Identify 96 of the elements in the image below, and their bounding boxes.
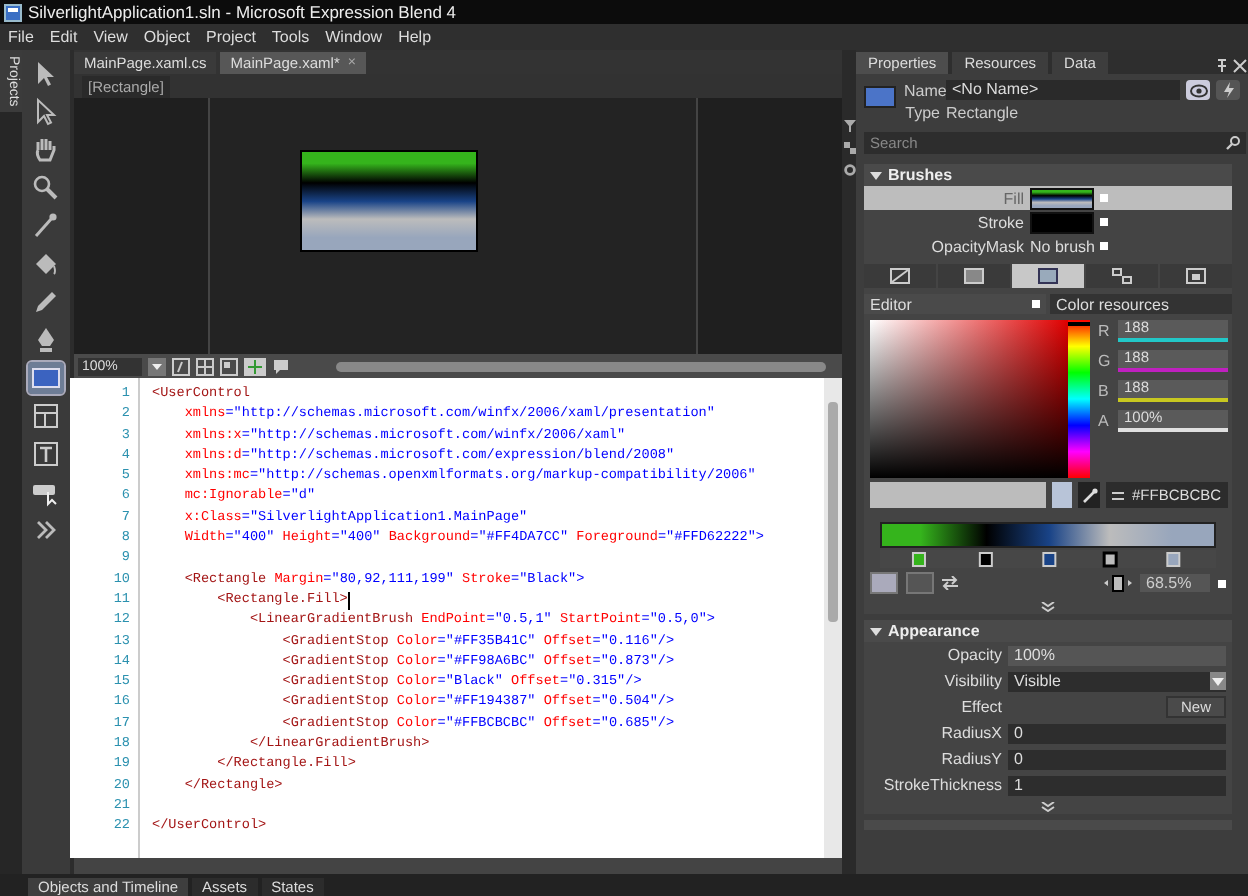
brush-type-tab[interactable]: [1086, 264, 1158, 288]
window-title: SilverlightApplication1.sln - Microsoft Expression Blend 4: [28, 2, 457, 22]
property-field[interactable]: 100%: [1008, 645, 1226, 665]
text-icon: [30, 438, 62, 470]
hue-slider-thumb[interactable]: [1068, 321, 1090, 326]
vertical-scrollbar[interactable]: [824, 378, 842, 858]
menu-item[interactable]: Object: [135, 28, 199, 46]
double-chevron-icon[interactable]: [1040, 601, 1056, 611]
menu-item[interactable]: File: [0, 28, 42, 46]
grid-icon[interactable]: [196, 357, 214, 375]
tile-brush-icon: [1112, 268, 1132, 284]
resource-brush-icon: [1186, 268, 1206, 284]
lightning-icon: [1221, 82, 1235, 98]
field-label: Type: [904, 104, 940, 122]
channel-label: A: [1098, 412, 1110, 430]
effects-icon[interactable]: [172, 357, 190, 375]
menu-item[interactable]: Help: [390, 28, 440, 46]
advanced-options-marker[interactable]: [1100, 242, 1109, 250]
brush-row[interactable]: OpacityMask No brush: [864, 234, 1232, 258]
gradient-stop[interactable]: [1102, 551, 1118, 568]
snap-grid-icon[interactable]: [220, 357, 238, 375]
eyedropper-icon: [1081, 487, 1097, 503]
brush-swatch[interactable]: [1030, 187, 1094, 209]
tool-button[interactable]: [28, 438, 64, 470]
properties-view-button[interactable]: [1186, 80, 1210, 100]
brush-value: No brush: [1030, 237, 1095, 255]
property-label: RadiusY: [939, 750, 1002, 768]
brush-type-tab[interactable]: [938, 264, 1010, 288]
property-field[interactable]: 1: [1008, 775, 1226, 795]
editor-tab[interactable]: Editor: [864, 294, 1046, 314]
brush-type-tab[interactable]: [1160, 264, 1232, 288]
menu-item[interactable]: Tools: [263, 28, 318, 46]
menu-item[interactable]: View: [85, 28, 136, 46]
menu-item[interactable]: Project: [198, 28, 264, 46]
menu-item[interactable]: Window: [317, 28, 391, 46]
brush-row[interactable]: Stroke: [864, 210, 1232, 234]
snap-lines-icon[interactable]: [244, 357, 266, 375]
channel-label: G: [1098, 352, 1110, 370]
hue-slider[interactable]: [1068, 320, 1090, 478]
stop-selector-icon[interactable]: [1104, 574, 1132, 592]
property-label: Effect: [959, 698, 1002, 716]
reverse-icon[interactable]: [942, 576, 958, 590]
initial-color-swatch: [1052, 482, 1072, 508]
collapse-triangle-icon[interactable]: [870, 169, 882, 181]
horizontal-scrollbar[interactable]: [336, 361, 826, 371]
property-label: RadiusX: [939, 724, 1002, 742]
funnel-icon[interactable]: [843, 120, 855, 132]
tool-button[interactable]: [28, 400, 64, 432]
name-field[interactable]: <No Name>: [946, 80, 1180, 100]
dropdown-caret-icon[interactable]: [148, 357, 166, 375]
advanced-options-marker[interactable]: [1100, 218, 1108, 226]
double-chevron-icon[interactable]: [1040, 801, 1056, 811]
code-editor[interactable]: [70, 378, 842, 858]
offset-field[interactable]: 68.5%: [1140, 574, 1210, 592]
property-field[interactable]: 0: [1008, 723, 1226, 743]
eyedropper-icon: [30, 210, 62, 242]
channel-label: B: [1098, 382, 1110, 400]
eyedropper-button[interactable]: [1078, 482, 1100, 508]
close-icon[interactable]: [1232, 58, 1248, 74]
property-label: Opacity: [945, 646, 1002, 664]
brush-type-tab[interactable]: [864, 264, 936, 288]
object-swatch: [864, 86, 896, 108]
hand-icon: [30, 134, 62, 166]
brush-swatch[interactable]: [1030, 211, 1094, 233]
annotation-icon[interactable]: [272, 357, 290, 375]
type-value: Rectangle: [946, 104, 1019, 122]
horizontal-scrollbar[interactable]: [74, 858, 842, 874]
property-label: StrokeThickness: [881, 776, 1002, 794]
dropdown-caret-icon: [1212, 677, 1224, 685]
brush-type-tab[interactable]: [1012, 264, 1084, 288]
collapse-triangle-icon[interactable]: [870, 625, 882, 637]
section-title: Brushes: [888, 166, 953, 184]
pencil-icon: [30, 286, 62, 318]
tool-button[interactable]: [28, 362, 64, 394]
eye-icon: [1189, 83, 1207, 97]
property-dropdown[interactable]: Visible: [1008, 671, 1226, 691]
property-field[interactable]: 0: [1008, 749, 1226, 769]
tiles-icon[interactable]: [843, 142, 855, 154]
solid-brush-icon: [964, 268, 984, 284]
section-title: Appearance: [888, 622, 980, 640]
editor-tab[interactable]: Color resources: [1050, 294, 1232, 314]
property-label: Visibility: [942, 672, 1002, 690]
advanced-options-marker[interactable]: [1100, 194, 1108, 202]
pin-icon[interactable]: [1216, 58, 1228, 74]
menu-item[interactable]: Edit: [41, 28, 86, 46]
magnifier-icon: [30, 172, 62, 204]
events-view-button[interactable]: [1216, 80, 1240, 100]
channel-label: R: [1098, 322, 1110, 340]
color-field[interactable]: [870, 320, 1068, 478]
rectangle-icon: [30, 362, 62, 394]
gradient-brush-icon: [1038, 268, 1058, 284]
gradient-rectangle[interactable]: [300, 150, 478, 252]
gradient-bar[interactable]: [880, 522, 1216, 548]
grid-icon: [30, 400, 62, 432]
no-brush-icon: [890, 268, 910, 284]
app-icon: [4, 3, 22, 21]
